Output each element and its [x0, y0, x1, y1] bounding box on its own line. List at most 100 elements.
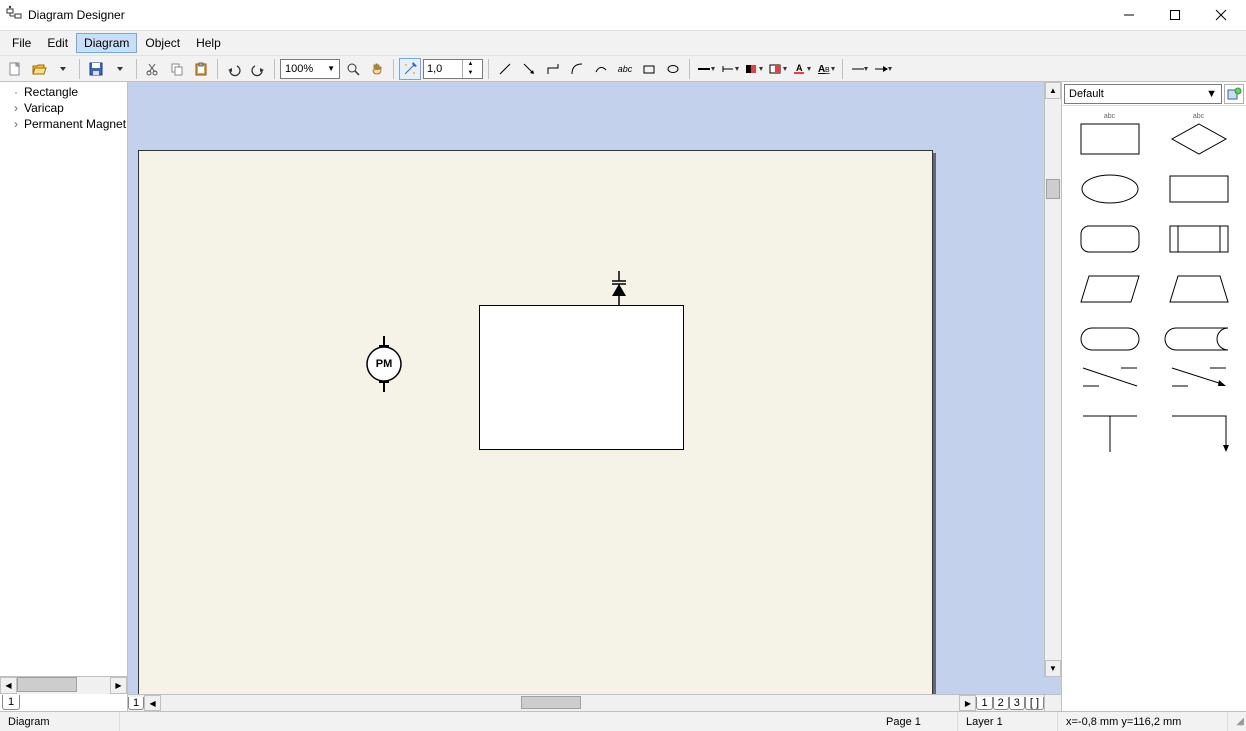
template-combo[interactable]: Default▼ — [1064, 84, 1222, 104]
svg-text:B: B — [825, 67, 830, 74]
window-title: Diagram Designer — [28, 8, 125, 22]
zoom-tool-button[interactable] — [342, 58, 364, 80]
rect-tool-button[interactable] — [638, 58, 660, 80]
fill-color-button[interactable] — [767, 58, 789, 80]
spinner-up-button[interactable]: ▲ — [463, 60, 478, 69]
page-tab-3[interactable]: 3 — [1009, 697, 1025, 710]
hscroll-thumb[interactable] — [521, 696, 581, 709]
diagram-page[interactable]: PM — [138, 150, 933, 694]
line-ends-button[interactable] — [719, 58, 741, 80]
new-button[interactable] — [4, 58, 26, 80]
shape-process[interactable] — [1157, 212, 1240, 256]
line-style-button[interactable] — [695, 58, 717, 80]
page-tab-add[interactable]: [ ] — [1025, 697, 1044, 710]
shape-elbow-line[interactable] — [1068, 412, 1151, 456]
shape-stored-data[interactable] — [1157, 312, 1240, 356]
window-titlebar: Diagram Designer — [0, 0, 1246, 30]
undo-button[interactable] — [223, 58, 245, 80]
canvas-hscroll-row: 1 ◀ ▶ 1 2 3 [ ] — [128, 694, 1061, 711]
scroll-up-button[interactable]: ▲ — [1045, 82, 1061, 99]
hscroll-left-button[interactable]: ◀ — [144, 695, 161, 711]
toolbar: 100%▼ ▲▼ abc A AB — [0, 56, 1246, 82]
ellipse-tool-button[interactable] — [662, 58, 684, 80]
hscroll-right-button[interactable]: ▶ — [959, 695, 976, 711]
line-width-input[interactable] — [424, 63, 462, 75]
shape-connector-arrow[interactable] — [1157, 362, 1240, 406]
pan-tool-button[interactable] — [366, 58, 388, 80]
copy-button[interactable] — [166, 58, 188, 80]
scroll-down-button[interactable]: ▼ — [1045, 660, 1061, 677]
text-tool-button[interactable]: abc — [614, 58, 636, 80]
object-tree-panel: ·Rectangle ›Varicap ›Permanent Magnet ◀ … — [0, 82, 128, 711]
shape-text-rect[interactable]: abc — [1068, 112, 1151, 156]
snap-button[interactable] — [399, 58, 421, 80]
status-left: Diagram — [0, 712, 120, 731]
connector2-tool-button[interactable] — [566, 58, 588, 80]
line-color-button[interactable] — [743, 58, 765, 80]
curve-tool-button[interactable] — [590, 58, 612, 80]
vscroll-thumb[interactable] — [1046, 179, 1060, 199]
arrow-start-button[interactable] — [848, 58, 870, 80]
status-coords: x=-0,8 mm y=116,2 mm — [1058, 712, 1228, 731]
shape-palette-panel: Default▼ abc abc — [1061, 82, 1246, 711]
menu-diagram[interactable]: Diagram — [76, 33, 137, 53]
shape-connector-line[interactable] — [1068, 362, 1151, 406]
open-dropdown-button[interactable] — [52, 58, 74, 80]
svg-text:A: A — [796, 63, 803, 73]
page-tab-1[interactable]: 1 — [976, 697, 992, 710]
save-button[interactable] — [85, 58, 107, 80]
shape-ellipse[interactable] — [1068, 162, 1151, 206]
menu-edit[interactable]: Edit — [39, 33, 76, 53]
statusbar: Diagram Page 1 Layer 1 x=-0,8 mm y=116,2… — [0, 711, 1246, 731]
spinner-down-button[interactable]: ▼ — [463, 69, 478, 78]
tree-tab-1[interactable]: 1 — [2, 695, 20, 710]
line-tool-button[interactable] — [494, 58, 516, 80]
open-button[interactable] — [28, 58, 50, 80]
shape-trapezoid[interactable] — [1157, 262, 1240, 306]
scroll-right-button[interactable]: ▶ — [110, 677, 127, 694]
canvas-hscrollbar[interactable] — [161, 695, 959, 711]
paste-button[interactable] — [190, 58, 212, 80]
window-minimize-button[interactable] — [1106, 0, 1152, 30]
menu-object[interactable]: Object — [137, 33, 188, 53]
window-maximize-button[interactable] — [1152, 0, 1198, 30]
varicap-shape[interactable] — [609, 271, 629, 305]
canvas-vscrollbar[interactable]: ▲ ▼ — [1044, 82, 1061, 677]
shape-elbow-arrow[interactable] — [1157, 412, 1240, 456]
resize-grip-icon[interactable]: ◢ — [1228, 716, 1246, 727]
line-width-spinner[interactable]: ▲▼ — [423, 59, 483, 79]
canvas-area: PM ▲ ▼ 1 — [128, 82, 1061, 711]
shape-parallelogram[interactable] — [1068, 262, 1151, 306]
tree-node-permanent-magnet[interactable]: ›Permanent Magnet — [0, 116, 127, 132]
shape-diamond[interactable]: abc — [1157, 112, 1240, 156]
rectangle-shape[interactable] — [479, 305, 684, 450]
font-button[interactable]: AB — [815, 58, 837, 80]
text-color-button[interactable]: A — [791, 58, 813, 80]
shape-rect[interactable] — [1157, 162, 1240, 206]
save-dropdown-button[interactable] — [109, 58, 131, 80]
page-tab-2[interactable]: 2 — [993, 697, 1009, 710]
shape-terminator[interactable] — [1068, 312, 1151, 356]
zoom-combo[interactable]: 100% ▼ — [280, 59, 340, 79]
page-tab-left-1[interactable]: 1 — [128, 697, 144, 710]
window-close-button[interactable] — [1198, 0, 1244, 30]
menu-help[interactable]: Help — [188, 33, 229, 53]
shape-rounded-rect[interactable] — [1068, 212, 1151, 256]
tree-node-rectangle[interactable]: ·Rectangle — [0, 84, 127, 100]
tree-node-varicap[interactable]: ›Varicap — [0, 100, 127, 116]
tree-hscrollbar[interactable]: ◀ ▶ — [0, 676, 127, 693]
canvas[interactable]: PM ▲ ▼ — [128, 82, 1061, 694]
connector1-tool-button[interactable] — [542, 58, 564, 80]
app-icon — [6, 5, 22, 26]
menu-file[interactable]: File — [4, 33, 39, 53]
cut-button[interactable] — [142, 58, 164, 80]
arrow-end-button[interactable] — [872, 58, 894, 80]
scroll-left-button[interactable]: ◀ — [0, 677, 17, 694]
scroll-thumb[interactable] — [17, 677, 77, 692]
arrow-tool-button[interactable] — [518, 58, 540, 80]
zoom-value: 100% — [285, 63, 313, 75]
chevron-down-icon: ▼ — [327, 64, 335, 73]
object-tree[interactable]: ·Rectangle ›Varicap ›Permanent Magnet — [0, 82, 127, 676]
redo-button[interactable] — [247, 58, 269, 80]
template-settings-button[interactable] — [1224, 84, 1244, 104]
